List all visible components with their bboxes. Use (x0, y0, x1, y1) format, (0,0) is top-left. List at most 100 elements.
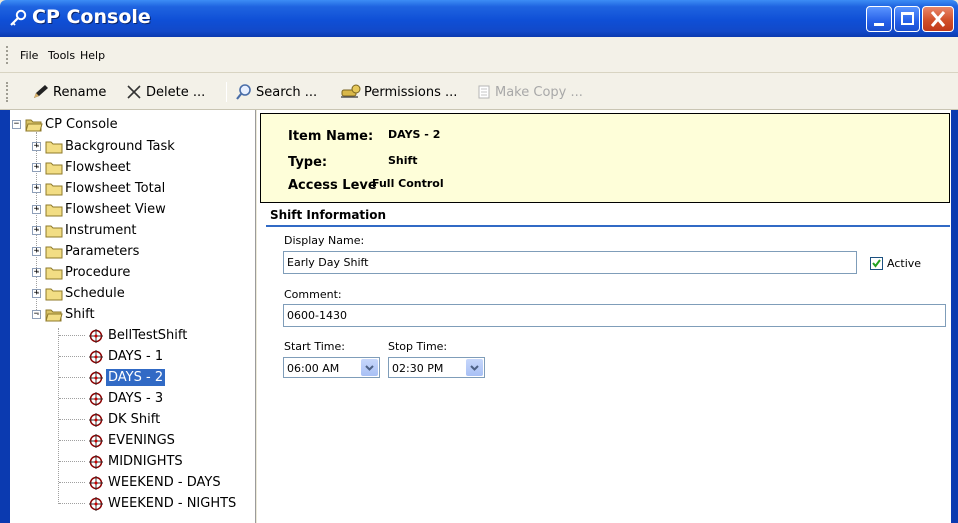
title-bar[interactable]: CP Console (0, 0, 958, 37)
active-checkbox-group[interactable]: Active (870, 257, 921, 270)
folder-icon (45, 182, 63, 196)
chevron-down-icon[interactable] (466, 359, 483, 376)
shift-icon (88, 349, 104, 365)
tree-folder-parameters[interactable]: + Parameters (32, 241, 141, 262)
shift-icon (88, 412, 104, 428)
access-level-value: Full Control (372, 177, 444, 190)
tree-folder-flowsheet-total[interactable]: + Flowsheet Total (32, 178, 167, 199)
tree-shift-item[interactable]: MIDNIGHTS (88, 451, 185, 472)
permissions-label: Permissions ... (364, 84, 458, 100)
tree-line (59, 482, 85, 483)
tree-folder-background-task[interactable]: + Background Task (32, 136, 177, 157)
search-label: Search ... (256, 84, 318, 100)
tree-folder-flowsheet[interactable]: + Flowsheet (32, 157, 133, 178)
section-divider (266, 225, 950, 227)
menu-tools[interactable]: Tools (48, 49, 75, 62)
tree-shift-label: DAYS - 1 (108, 349, 164, 364)
access-level-label: Access Leve (288, 178, 377, 193)
tree-line (59, 356, 85, 357)
menu-file[interactable]: File (20, 49, 38, 62)
type-value: Shift (388, 154, 418, 167)
folder-icon (45, 203, 63, 217)
make-copy-button[interactable]: Make Copy ... (476, 81, 583, 103)
tree-folder-label: Parameters (65, 244, 140, 259)
tree-line (37, 188, 41, 189)
display-name-field[interactable]: Early Day Shift (283, 251, 857, 274)
delete-button[interactable]: Delete ... (125, 81, 205, 103)
tree-shift-label: WEEKEND - DAYS (108, 475, 221, 490)
tree-root-label: CP Console (45, 117, 118, 132)
display-name-label: Display Name: (284, 234, 365, 247)
tree-folder-schedule[interactable]: + Schedule (32, 283, 127, 304)
tree-shift-item[interactable]: DAYS - 2 (88, 367, 166, 388)
checkmark-icon (872, 259, 881, 268)
tree-line (37, 293, 41, 294)
tree-shift-item[interactable]: WEEKEND - DAYS (88, 472, 223, 493)
detail-panel: Item Name: DAYS - 2 Type: Shift Access L… (257, 110, 951, 523)
minimize-button[interactable] (866, 6, 892, 32)
comment-label: Comment: (284, 288, 342, 301)
tree-shift-label: BellTestShift (108, 328, 188, 343)
tree-view[interactable]: − CP Console + Background Task + Flowsheet +… (10, 110, 256, 523)
tree-line (59, 461, 85, 462)
item-name-label: Item Name: (288, 129, 374, 144)
search-icon (236, 84, 251, 100)
open-folder-icon (45, 308, 63, 322)
active-checkbox[interactable] (870, 257, 883, 270)
start-time-label: Start Time: (284, 340, 345, 353)
rename-button[interactable]: Rename (32, 81, 106, 103)
maximize-button[interactable] (894, 6, 920, 32)
tree-shift-item[interactable]: DAYS - 1 (88, 346, 165, 367)
collapse-toggle[interactable]: − (12, 120, 21, 129)
key-icon (10, 9, 27, 26)
tree-shift-item[interactable]: DK Shift (88, 409, 162, 430)
folder-icon (45, 140, 63, 154)
tree-folder-flowsheet-view[interactable]: + Flowsheet View (32, 199, 168, 220)
delete-x-icon (127, 85, 141, 99)
menu-grip[interactable] (6, 46, 8, 64)
tree-folder-instrument[interactable]: + Instrument (32, 220, 139, 241)
menu-help[interactable]: Help (80, 49, 105, 62)
start-time-select[interactable]: 06:00 AM (283, 357, 380, 378)
tree-line (37, 146, 41, 147)
window-title: CP Console (32, 6, 151, 28)
shift-icon (88, 454, 104, 470)
stop-time-select[interactable]: 02:30 PM (388, 357, 485, 378)
tree-shift-item[interactable]: DAYS - 3 (88, 388, 165, 409)
tree-root[interactable]: − CP Console (12, 114, 120, 135)
chevron-down-icon[interactable] (361, 359, 378, 376)
close-button[interactable] (922, 6, 954, 32)
tree-shift-label: DK Shift (108, 412, 161, 427)
folder-icon (45, 287, 63, 301)
minimize-icon (874, 23, 884, 26)
toolbar-separator (226, 82, 227, 102)
tree-line (59, 440, 85, 441)
tree-folder-label: Schedule (65, 286, 125, 301)
toolbar-grip[interactable] (6, 82, 8, 102)
close-icon (930, 11, 946, 27)
tree-shift-item[interactable]: WEEKEND - NIGHTS (88, 493, 238, 514)
permissions-button[interactable]: Permissions ... (339, 81, 457, 103)
menu-bar: File Tools Help (0, 37, 958, 73)
tree-shift-label: DAYS - 2 (106, 369, 166, 386)
tree-folder-procedure[interactable]: + Procedure (32, 262, 132, 283)
tree-line (37, 272, 41, 273)
tree-folder-shift[interactable]: − Shift (32, 304, 97, 325)
tree-line (59, 335, 85, 336)
tree-folder-label: Background Task (65, 139, 175, 154)
start-time-value: 06:00 AM (287, 362, 340, 375)
active-label: Active (887, 257, 922, 270)
toolbar: Rename Delete ... Search ... Permissions… (0, 73, 958, 110)
tree-line (58, 328, 59, 504)
tree-shift-label: DAYS - 3 (108, 391, 164, 406)
tree-line (59, 419, 85, 420)
comment-field[interactable]: 0600-1430 (283, 304, 946, 327)
tree-line (37, 251, 41, 252)
search-button[interactable]: Search ... (235, 81, 317, 103)
tree-shift-item[interactable]: EVENINGS (88, 430, 177, 451)
folder-icon (45, 245, 63, 259)
tree-folder-label: Flowsheet Total (65, 181, 166, 196)
tree-shift-item[interactable]: BellTestShift (88, 325, 189, 346)
type-label: Type: (288, 155, 328, 170)
make-copy-label: Make Copy ... (495, 84, 583, 100)
